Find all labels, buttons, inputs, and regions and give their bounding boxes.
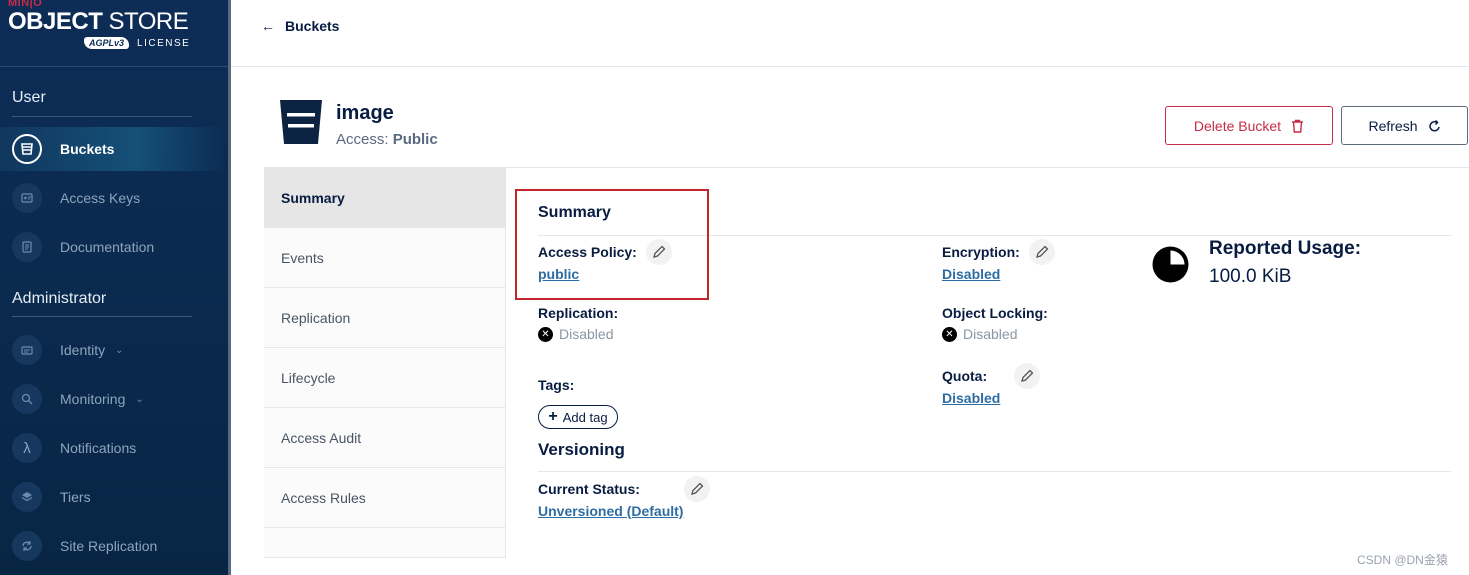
versioning-divider xyxy=(538,471,1451,472)
sidebar-item-label: Access Keys xyxy=(60,190,141,206)
quota-label: Quota: xyxy=(942,368,988,384)
topbar: ← Buckets xyxy=(231,0,1469,67)
arrow-left-icon: ← xyxy=(261,18,275,34)
section-divider xyxy=(12,316,192,317)
disabled-x-icon: ✕ xyxy=(942,326,957,342)
delete-bucket-button[interactable]: Delete Bucket xyxy=(1165,106,1333,145)
bucket-name: image xyxy=(336,102,394,124)
reported-usage-label: Reported Usage: xyxy=(1209,238,1362,259)
key-icon xyxy=(12,183,42,213)
tab-summary[interactable]: Summary xyxy=(264,168,506,228)
object-locking-label: Object Locking: xyxy=(942,305,1048,321)
summary-heading: Summary xyxy=(538,204,611,221)
replication-icon xyxy=(12,531,42,561)
sidebar-item-label: Documentation xyxy=(60,239,155,255)
bucket-tabs: Summary Events Replication Lifecycle Acc… xyxy=(264,168,506,558)
sidebar-item-documentation[interactable]: Documentation xyxy=(0,225,228,269)
sidebar-item-label: Buckets xyxy=(60,141,115,157)
back-link-label: Buckets xyxy=(285,18,340,34)
bucket-details-panel: Summary Events Replication Lifecycle Acc… xyxy=(264,167,1469,558)
sidebar-item-tiers[interactable]: Tiers xyxy=(0,475,228,519)
sidebar-item-label: Site Replication xyxy=(60,538,158,554)
access-policy-label: Access Policy: xyxy=(538,244,637,260)
sidebar-item-notifications[interactable]: λ Notifications xyxy=(0,426,228,470)
edit-versioning-icon[interactable] xyxy=(684,476,710,502)
reported-usage-value: 100.0 KiB xyxy=(1209,266,1292,287)
license-label: LICENSE xyxy=(137,37,191,49)
minio-logo[interactable]: MIN|O OBJECT STORE AGPLv3 LICENSE xyxy=(8,0,223,66)
bucket-access: Access: Public xyxy=(336,131,438,148)
bucket-icon xyxy=(280,100,322,144)
versioning-heading: Versioning xyxy=(538,440,625,459)
edit-quota-icon[interactable] xyxy=(1014,363,1040,389)
bucket-icon xyxy=(12,134,42,164)
tab-access-rules[interactable]: Access Rules xyxy=(264,468,506,528)
section-divider xyxy=(12,116,192,117)
tab-lifecycle[interactable]: Lifecycle xyxy=(264,348,506,408)
summary-divider xyxy=(538,235,1451,236)
tab-events[interactable]: Events xyxy=(264,228,506,288)
sidebar-item-buckets[interactable]: Buckets xyxy=(0,127,228,171)
current-status-value[interactable]: Unversioned (Default) xyxy=(538,503,683,519)
replication-label: Replication: xyxy=(538,305,619,321)
disabled-x-icon: ✕ xyxy=(538,326,553,342)
trash-icon xyxy=(1292,119,1304,133)
sidebar-item-monitoring[interactable]: Monitoring ⌄ xyxy=(0,377,228,421)
quota-value[interactable]: Disabled xyxy=(942,390,1000,406)
identity-icon xyxy=(12,335,42,365)
agpl-badge: AGPLv3 xyxy=(84,37,130,49)
chevron-down-icon[interactable]: ⌄ xyxy=(135,394,143,405)
sidebar-item-site-replication[interactable]: Site Replication xyxy=(0,524,228,568)
object-locking-status: ✕ Disabled xyxy=(942,326,1017,342)
sidebar-item-access-keys[interactable]: Access Keys xyxy=(0,176,228,220)
tags-label: Tags: xyxy=(538,377,575,393)
replication-status: ✕ Disabled xyxy=(538,326,613,342)
logo-divider xyxy=(0,66,228,67)
section-title-administrator: Administrator xyxy=(12,290,107,307)
back-to-buckets-link[interactable]: ← Buckets xyxy=(261,18,339,34)
sidebar: MIN|O OBJECT STORE AGPLv3 LICENSE User B… xyxy=(0,0,231,575)
sidebar-item-label: Monitoring xyxy=(60,391,126,407)
section-title-user: User xyxy=(12,89,46,106)
usage-pie-icon xyxy=(1152,246,1189,283)
sidebar-item-label: Notifications xyxy=(60,440,137,456)
tab-access-audit[interactable]: Access Audit xyxy=(264,408,506,468)
layers-icon xyxy=(12,482,42,512)
encryption-label: Encryption: xyxy=(942,244,1020,260)
plus-icon: + xyxy=(548,408,558,425)
watermark: CSDN @DN金猿 xyxy=(1357,553,1448,567)
sidebar-item-label: Tiers xyxy=(60,489,91,505)
chevron-down-icon[interactable]: ⌄ xyxy=(115,345,123,356)
document-icon xyxy=(12,232,42,262)
refresh-label: Refresh xyxy=(1368,117,1418,134)
refresh-icon xyxy=(1428,119,1440,132)
app-window: MIN|O OBJECT STORE AGPLv3 LICENSE User B… xyxy=(0,0,1469,575)
delete-bucket-label: Delete Bucket xyxy=(1193,117,1282,134)
access-policy-value[interactable]: public xyxy=(538,266,579,282)
bucket-access-value: Public xyxy=(392,131,438,148)
current-status-label: Current Status: xyxy=(538,481,640,497)
edit-encryption-icon[interactable] xyxy=(1029,239,1055,265)
refresh-button[interactable]: Refresh xyxy=(1341,106,1468,145)
tab-replication[interactable]: Replication xyxy=(264,288,506,348)
encryption-value[interactable]: Disabled xyxy=(942,266,1000,282)
edit-access-policy-icon[interactable] xyxy=(646,239,672,265)
logo-product: OBJECT STORE xyxy=(8,8,189,35)
sidebar-item-identity[interactable]: Identity ⌄ xyxy=(0,328,228,372)
sidebar-item-label: Identity xyxy=(60,342,106,358)
logo-license: AGPLv3 LICENSE xyxy=(84,37,190,49)
add-tag-button[interactable]: + Add tag xyxy=(538,405,618,429)
monitoring-icon xyxy=(12,384,42,414)
lambda-icon: λ xyxy=(12,433,42,463)
